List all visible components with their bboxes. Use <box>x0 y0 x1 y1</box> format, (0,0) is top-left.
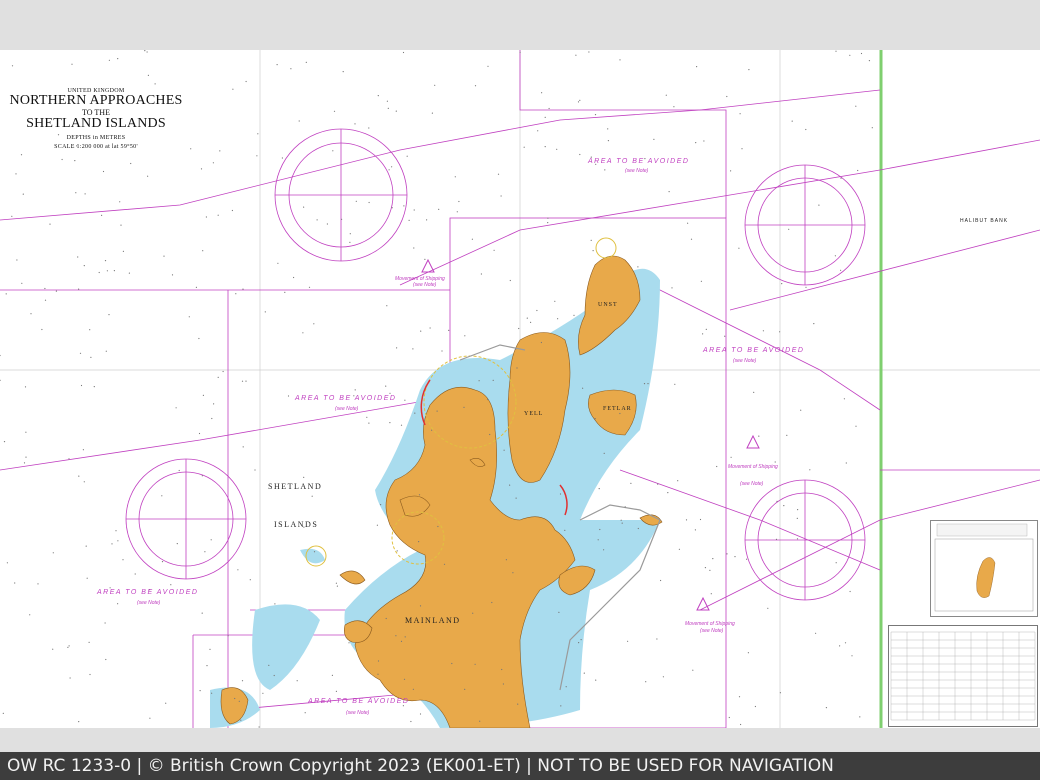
movement-shipping-label-2: Movement of Shipping <box>728 464 778 470</box>
scale-label: SCALE 1:200 000 at lat 59°50' <box>54 144 138 150</box>
chart-canvas <box>0 50 1040 728</box>
viewer-top-bar <box>0 0 1040 50</box>
see-note-label-shipping-3: (see Note) <box>700 628 724 634</box>
see-note-label-shipping-2: (see Note) <box>740 481 764 487</box>
inset-map <box>930 520 1038 617</box>
area-avoided-label-southwest: AREA TO BE AVOIDED <box>97 589 199 596</box>
shetland-label: SHETLAND <box>268 482 323 491</box>
chart-title-line1: NORTHERN APPROACHES <box>9 93 183 108</box>
islands-label: ISLANDS <box>274 520 319 529</box>
halibut-bank-label: HALIBUT BANK <box>960 218 1009 224</box>
see-note-label-north: (see Note) <box>625 168 649 174</box>
area-avoided-label-west: AREA TO BE AVOIDED <box>295 395 397 402</box>
chart-title-block: UNITED KINGDOM NORTHERN APPROACHES TO TH… <box>2 88 190 150</box>
fetlar-label: FETLAR <box>603 406 632 412</box>
movement-shipping-label-3: Movement of Shipping <box>685 621 735 627</box>
see-note-label-shipping-1: (see Note) <box>413 282 437 288</box>
chart-title-line3: SHETLAND ISLANDS <box>26 116 166 131</box>
mainland-label: MAINLAND <box>405 616 461 625</box>
tidal-table <box>888 625 1038 727</box>
see-note-label-south: (see Note) <box>346 710 370 716</box>
area-avoided-label-south: AREA TO BE AVOIDED <box>308 698 410 705</box>
yell-label: YELL <box>524 411 544 417</box>
see-note-label-east: (see Note) <box>733 358 757 364</box>
unst-label: UNST <box>598 302 618 308</box>
area-avoided-label-east: AREA TO BE AVOIDED <box>703 347 805 354</box>
see-note-label-southwest: (see Note) <box>137 600 161 606</box>
nautical-chart[interactable]: UNITED KINGDOM NORTHERN APPROACHES TO TH… <box>0 50 1040 728</box>
see-note-label-west: (see Note) <box>335 406 359 412</box>
copyright-footer: OW RC 1233-0 | © British Crown Copyright… <box>0 752 1040 780</box>
area-avoided-label-north: AREA TO BE AVOIDED <box>588 158 690 165</box>
depths-label: DEPTHS in METRES <box>66 135 126 141</box>
